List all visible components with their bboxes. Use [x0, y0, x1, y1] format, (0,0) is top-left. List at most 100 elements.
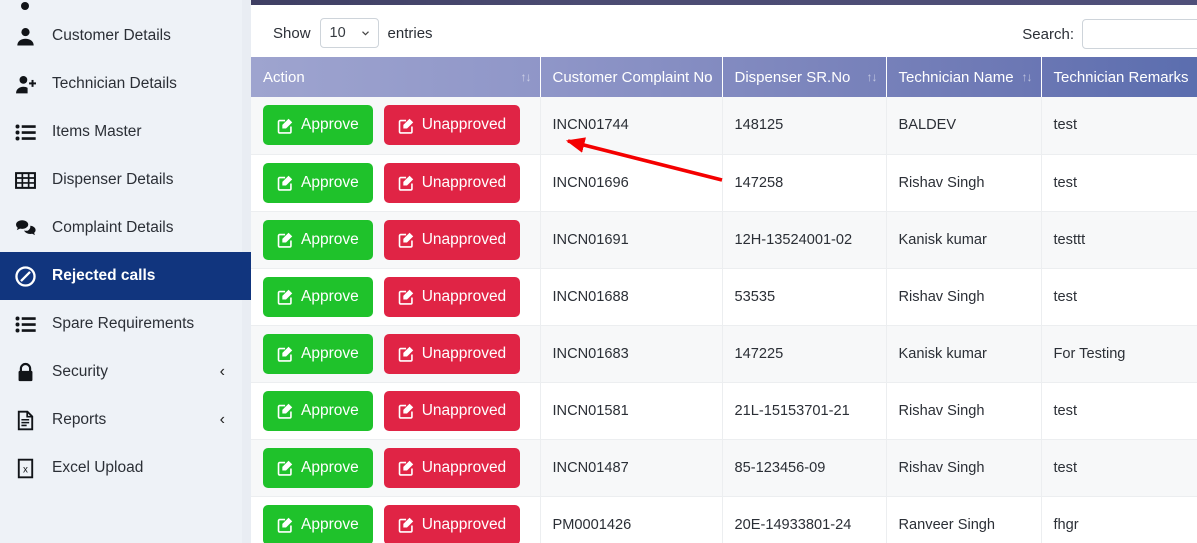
table-header-action[interactable]: Action ↑↓ — [251, 57, 541, 97]
sidebar-item-technician-details[interactable]: Technician Details — [0, 60, 251, 108]
list-icon — [12, 122, 38, 143]
table-head: Action ↑↓ Customer Complaint No ↑↓ Dispenser… — [251, 57, 1197, 97]
action-button-group: Approve Unapproved — [263, 105, 528, 146]
edit-square-icon — [277, 345, 294, 362]
search-input[interactable] — [1082, 19, 1197, 49]
user-plus-icon — [12, 74, 38, 95]
approve-button[interactable]: Approve — [263, 219, 373, 260]
cell-technician-remarks: test — [1041, 154, 1197, 212]
approve-button[interactable]: Approve — [263, 276, 373, 317]
cell-dispenser-sr-no: 148125 — [722, 97, 887, 155]
cell-complaint-no: INCN01691 — [540, 211, 723, 269]
sidebar-navigation: Customer Details Technician Details Items … — [0, 0, 251, 543]
unapproved-button-label: Unapproved — [421, 344, 507, 362]
unapproved-button[interactable]: Unapproved — [383, 447, 521, 488]
sidebar-item-excel-upload[interactable]: x Excel Upload — [0, 444, 251, 492]
page-length-select[interactable]: 10 — [319, 18, 379, 48]
svg-text:x: x — [23, 464, 28, 475]
datatable-panel: Show 10 entries Search: Action ↑↓ Custom… — [251, 5, 1197, 543]
table-body: Approve Unapproved INCN01744 148125 BALDEV te… — [251, 97, 1197, 543]
sort-arrows-icon: ↑↓ — [702, 70, 714, 84]
entries-label: entries — [387, 24, 433, 42]
table-header-dispenser-sr-no[interactable]: Dispenser SR.No ↑↓ — [722, 57, 887, 97]
chevron-left-icon[interactable]: ‹ — [220, 412, 225, 428]
user-icon — [12, 0, 38, 12]
action-cell: Approve Unapproved — [251, 97, 541, 155]
sidebar-item-rejected-calls[interactable]: Rejected calls — [0, 252, 251, 300]
table-header-technician-name[interactable]: Technician Name ↑↓ — [886, 57, 1042, 97]
unapproved-button-label: Unapproved — [421, 287, 507, 305]
unapproved-button[interactable]: Unapproved — [383, 219, 521, 260]
approve-button-label: Approve — [301, 116, 359, 134]
page-length-value: 10 — [329, 25, 346, 41]
sidebar-item-partial-top[interactable] — [0, 0, 251, 12]
edit-square-icon — [398, 516, 415, 533]
approve-button-label: Approve — [301, 515, 359, 533]
approve-button-label: Approve — [301, 401, 359, 419]
sidebar-item-spare-requirements[interactable]: Spare Requirements — [0, 300, 251, 348]
action-cell: Approve Unapproved — [251, 439, 541, 497]
cell-dispenser-sr-no: 20E-14933801-24 — [722, 496, 887, 543]
table-row: Approve Unapproved PM0001426 20E-14933801-2… — [251, 496, 1197, 543]
approve-button[interactable]: Approve — [263, 447, 373, 488]
table-header-label: Customer Complaint No — [552, 68, 713, 86]
action-cell: Approve Unapproved — [251, 325, 541, 383]
sidebar-item-security[interactable]: Security ‹ — [0, 348, 251, 396]
sidebar-item-label: Rejected calls — [52, 267, 156, 284]
sidebar-item-label: Spare Requirements — [52, 315, 195, 332]
table-header-technician-remarks[interactable]: Technician Remarks↑↓ — [1041, 57, 1197, 97]
sidebar-item-label: Customer Details — [52, 27, 171, 44]
edit-square-icon — [398, 402, 415, 419]
unapproved-button[interactable]: Unapproved — [383, 504, 521, 543]
unapproved-button[interactable]: Unapproved — [383, 105, 521, 146]
approve-button[interactable]: Approve — [263, 105, 373, 146]
cell-technician-name: Rishav Singh — [886, 382, 1042, 440]
table-header-label: Dispenser SR.No — [734, 68, 851, 86]
search-control: Search: — [1022, 19, 1197, 49]
cell-complaint-no: INCN01688 — [540, 268, 723, 326]
cell-technician-name: BALDEV — [886, 97, 1042, 155]
sidebar-item-items-master[interactable]: Items Master — [0, 108, 251, 156]
ban-circle-icon — [12, 265, 38, 287]
action-cell: Approve Unapproved — [251, 382, 541, 440]
sidebar-item-customer-details[interactable]: Customer Details — [0, 12, 251, 60]
cell-technician-remarks: fhgr — [1041, 496, 1197, 543]
approve-button[interactable]: Approve — [263, 162, 373, 203]
unapproved-button-label: Unapproved — [421, 116, 507, 134]
table-grid-icon — [12, 170, 38, 191]
show-label: Show — [273, 24, 311, 42]
unapproved-button[interactable]: Unapproved — [383, 276, 521, 317]
table-row: Approve Unapproved INCN01691 12H-13524001-0… — [251, 211, 1197, 269]
table-row: Approve Unapproved INCN01487 85-123456-09 Ri… — [251, 439, 1197, 497]
approve-button-label: Approve — [301, 173, 359, 191]
sort-arrows-icon: ↑↓ — [866, 70, 878, 84]
page-length-control: Show 10 entries — [273, 18, 433, 48]
table-header-row: Action ↑↓ Customer Complaint No ↑↓ Dispenser… — [251, 57, 1197, 97]
cell-dispenser-sr-no: 85-123456-09 — [722, 439, 887, 497]
cell-technician-name: Rishav Singh — [886, 439, 1042, 497]
cell-complaint-no: INCN01744 — [540, 97, 723, 155]
table-header-customer-complaint-no[interactable]: Customer Complaint No ↑↓ — [540, 57, 723, 97]
sidebar-item-dispenser-details[interactable]: Dispenser Details — [0, 156, 251, 204]
unapproved-button-label: Unapproved — [421, 515, 507, 533]
datatable-scroll-wrapper[interactable]: Action ↑↓ Customer Complaint No ↑↓ Dispenser… — [251, 57, 1197, 543]
unapproved-button[interactable]: Unapproved — [383, 333, 521, 374]
cell-technician-remarks: testtt — [1041, 211, 1197, 269]
unapproved-button-label: Unapproved — [421, 230, 507, 248]
approve-button[interactable]: Approve — [263, 333, 373, 374]
cell-complaint-no: INCN01683 — [540, 325, 723, 383]
cell-dispenser-sr-no: 53535 — [722, 268, 887, 326]
unapproved-button-label: Unapproved — [421, 401, 507, 419]
cell-technician-name: Rishav Singh — [886, 154, 1042, 212]
unapproved-button[interactable]: Unapproved — [383, 162, 521, 203]
approve-button[interactable]: Approve — [263, 390, 373, 431]
sidebar-item-complaint-details[interactable]: Complaint Details — [0, 204, 251, 252]
rejected-calls-table: Action ↑↓ Customer Complaint No ↑↓ Dispenser… — [251, 57, 1197, 543]
chevron-left-icon[interactable]: ‹ — [220, 364, 225, 380]
sidebar-item-label: Security — [52, 363, 108, 380]
approve-button-label: Approve — [301, 458, 359, 476]
approve-button-label: Approve — [301, 287, 359, 305]
unapproved-button[interactable]: Unapproved — [383, 390, 521, 431]
sidebar-item-reports[interactable]: Reports ‹ — [0, 396, 251, 444]
approve-button[interactable]: Approve — [263, 504, 373, 543]
